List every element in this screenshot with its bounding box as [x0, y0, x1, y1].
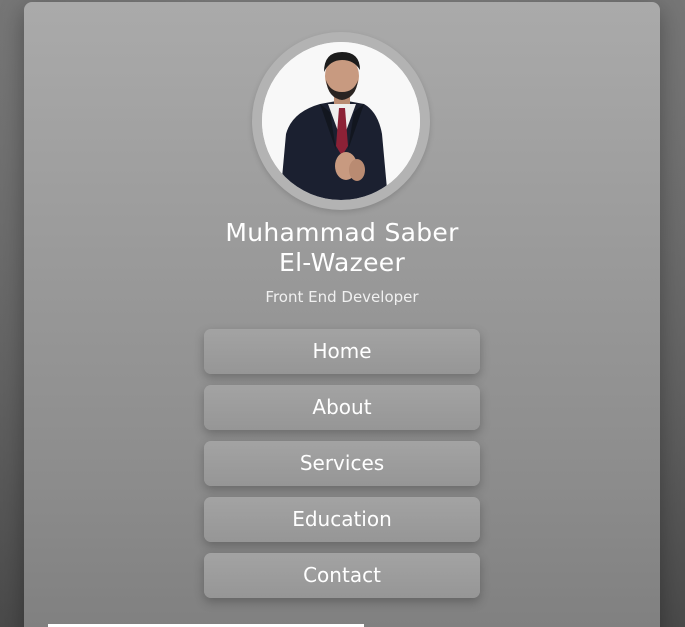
profile-name: Muhammad Saber El-Wazeer [24, 218, 660, 278]
nav-menu: Home About Services Education Contact [204, 329, 480, 609]
profile-title: Front End Developer [265, 288, 419, 306]
nav-button-services[interactable]: Services [204, 441, 480, 486]
profile-name-line1: Muhammad Saber [225, 218, 459, 247]
profile-photo-icon [262, 42, 420, 200]
nav-button-home[interactable]: Home [204, 329, 480, 374]
profile-name-line2: El-Wazeer [278, 248, 406, 277]
nav-button-contact[interactable]: Contact [204, 553, 480, 598]
nav-button-education[interactable]: Education [204, 497, 480, 542]
avatar-ring [252, 32, 430, 210]
avatar [262, 42, 420, 200]
profile-sidebar-card: Muhammad Saber El-Wazeer Front End Devel… [24, 2, 660, 627]
nav-button-about[interactable]: About [204, 385, 480, 430]
